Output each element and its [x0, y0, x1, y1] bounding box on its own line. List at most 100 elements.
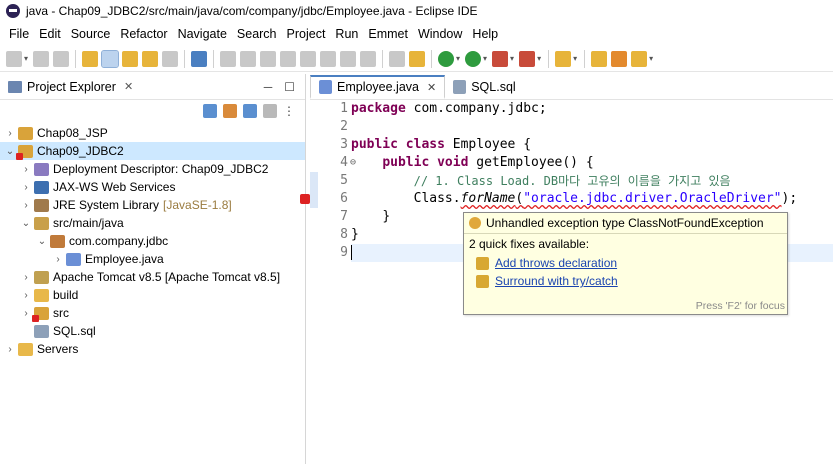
external-tools-icon[interactable]	[519, 50, 536, 67]
maximize-icon[interactable]: ☐	[284, 80, 295, 94]
open-folder-icon[interactable]	[591, 50, 608, 67]
step-return-icon[interactable]	[360, 50, 377, 67]
library-icon	[34, 198, 49, 212]
menu-project[interactable]: Project	[282, 27, 331, 41]
run-dropdown-icon[interactable]: ▾	[483, 54, 487, 63]
run-icon[interactable]	[465, 50, 482, 67]
highlight-icon[interactable]	[101, 49, 120, 68]
keyword: package	[351, 101, 406, 116]
java-file-error-icon	[66, 252, 81, 266]
chevron-down-icon[interactable]: ⌄	[20, 218, 32, 229]
resume-icon[interactable]	[240, 50, 257, 67]
tree-node[interactable]: ⌄ src/main/java	[0, 214, 305, 232]
tree-node[interactable]: › Deployment Descriptor: Chap09_JDBC2	[0, 160, 305, 178]
menu-search[interactable]: Search	[232, 27, 282, 41]
collapse-all-icon[interactable]	[203, 104, 217, 118]
error-message: Unhandled exception type ClassNotFoundEx…	[486, 216, 764, 230]
new-project-dropdown-icon[interactable]: ▾	[573, 54, 577, 63]
link-with-editor-icon[interactable]	[223, 104, 237, 118]
skip-icon[interactable]	[220, 50, 237, 67]
tab-employee-java[interactable]: Employee.java ✕	[310, 75, 446, 99]
debug-icon[interactable]	[438, 50, 455, 67]
step-into-icon[interactable]	[320, 50, 337, 67]
quick-fix-icon	[476, 274, 489, 288]
menu-source[interactable]: Source	[66, 27, 116, 41]
filter-icon[interactable]	[243, 104, 257, 118]
new-icon[interactable]	[6, 50, 22, 67]
fix-surround-try-catch[interactable]: Surround with try/catch	[464, 272, 787, 290]
line-number-value: 6	[340, 191, 348, 206]
open-type-icon[interactable]	[122, 50, 139, 67]
disconnect-icon[interactable]	[300, 50, 317, 67]
save-icon[interactable]	[33, 50, 50, 67]
save-all-icon[interactable]	[53, 50, 70, 67]
toggle-breakpoint-icon[interactable]	[82, 50, 99, 67]
focus-icon[interactable]	[263, 104, 277, 118]
chevron-right-icon[interactable]: ›	[4, 344, 16, 355]
new-java-project-icon[interactable]	[555, 50, 572, 67]
tree-node[interactable]: SQL.sql	[0, 322, 305, 340]
chevron-right-icon[interactable]: ›	[20, 308, 32, 319]
chevron-right-icon[interactable]: ›	[20, 290, 32, 301]
open-task-icon[interactable]	[142, 50, 159, 67]
tab-sql-sql[interactable]: SQL.sql	[445, 75, 523, 99]
quick-fix-count: 2 quick fixes available:	[469, 237, 590, 251]
close-icon[interactable]: ✕	[124, 80, 133, 93]
tree-node[interactable]: ⌄ com.company.jdbc	[0, 232, 305, 250]
menu-navigate[interactable]: Navigate	[173, 27, 232, 41]
line-number: 2	[340, 119, 348, 134]
tree-node[interactable]: › JRE System Library [JavaSE-1.8]	[0, 196, 305, 214]
coverage-dropdown-icon[interactable]: ▾	[510, 54, 514, 63]
tree-node[interactable]: › src	[0, 304, 305, 322]
minimize-icon[interactable]: ─	[264, 80, 273, 94]
chevron-right-icon[interactable]: ›	[20, 200, 32, 211]
chevron-right-icon[interactable]: ›	[4, 128, 16, 139]
fix-add-throws[interactable]: Add throws declaration	[464, 254, 787, 272]
menu-help[interactable]: Help	[467, 27, 503, 41]
chevron-right-icon[interactable]: ›	[20, 164, 32, 175]
line-number: 9	[340, 245, 348, 260]
project-explorer-icon	[8, 80, 22, 93]
show-whitespace-icon[interactable]	[162, 50, 179, 67]
edit-icon[interactable]	[611, 50, 628, 67]
terminate-icon[interactable]	[280, 50, 297, 67]
tree-node[interactable]: › build	[0, 286, 305, 304]
suspend-icon[interactable]	[260, 50, 277, 67]
menu-edit[interactable]: Edit	[34, 27, 66, 41]
use-step-filters-icon[interactable]	[409, 50, 426, 67]
drop-to-frame-icon[interactable]	[389, 50, 406, 67]
tree-node[interactable]: › Employee.java	[0, 250, 305, 268]
menu-run[interactable]: Run	[330, 27, 363, 41]
chevron-down-icon[interactable]: ⌄	[36, 236, 48, 247]
chevron-down-icon[interactable]: ⌄	[4, 146, 16, 157]
error-marker-icon[interactable]	[300, 194, 310, 204]
code-line: public void getEmployee() {	[351, 154, 833, 172]
popup-header: Unhandled exception type ClassNotFoundEx…	[464, 213, 787, 234]
menu-refactor[interactable]: Refactor	[115, 27, 172, 41]
chevron-right-icon[interactable]: ›	[20, 182, 32, 193]
chevron-right-icon[interactable]: ›	[20, 272, 32, 283]
tab-project-explorer[interactable]: Project Explorer ✕	[4, 80, 137, 94]
coverage-icon[interactable]	[492, 50, 509, 67]
tree-node[interactable]: › Servers	[0, 340, 305, 358]
debug-dropdown-icon[interactable]: ▾	[456, 54, 460, 63]
view-menu-icon[interactable]: ⋮	[283, 104, 295, 118]
chevron-right-icon[interactable]: ›	[52, 254, 64, 265]
search-icon[interactable]	[631, 50, 648, 67]
tree-node-selected[interactable]: ⌄ Chap09_JDBC2	[0, 142, 305, 160]
tree-node[interactable]: › JAX-WS Web Services	[0, 178, 305, 196]
toolbar-separator	[431, 49, 433, 68]
menu-window[interactable]: Window	[413, 27, 467, 41]
menu-emmet[interactable]: Emmet	[363, 27, 413, 41]
code-text: getEmployee() {	[468, 155, 594, 170]
tree-node[interactable]: › Chap08_JSP	[0, 124, 305, 142]
quick-fix-popup[interactable]: Unhandled exception type ClassNotFoundEx…	[463, 212, 788, 315]
external-tools-dropdown-icon[interactable]: ▾	[537, 54, 541, 63]
new-dropdown-icon[interactable]: ▾	[24, 54, 28, 63]
search-dropdown-icon[interactable]: ▾	[649, 54, 653, 63]
step-over-icon[interactable]	[340, 50, 357, 67]
tree-node[interactable]: › Apache Tomcat v8.5 [Apache Tomcat v8.5…	[0, 268, 305, 286]
menu-file[interactable]: File	[4, 27, 34, 41]
close-icon[interactable]: ✕	[427, 81, 436, 94]
console-icon[interactable]	[191, 50, 208, 67]
